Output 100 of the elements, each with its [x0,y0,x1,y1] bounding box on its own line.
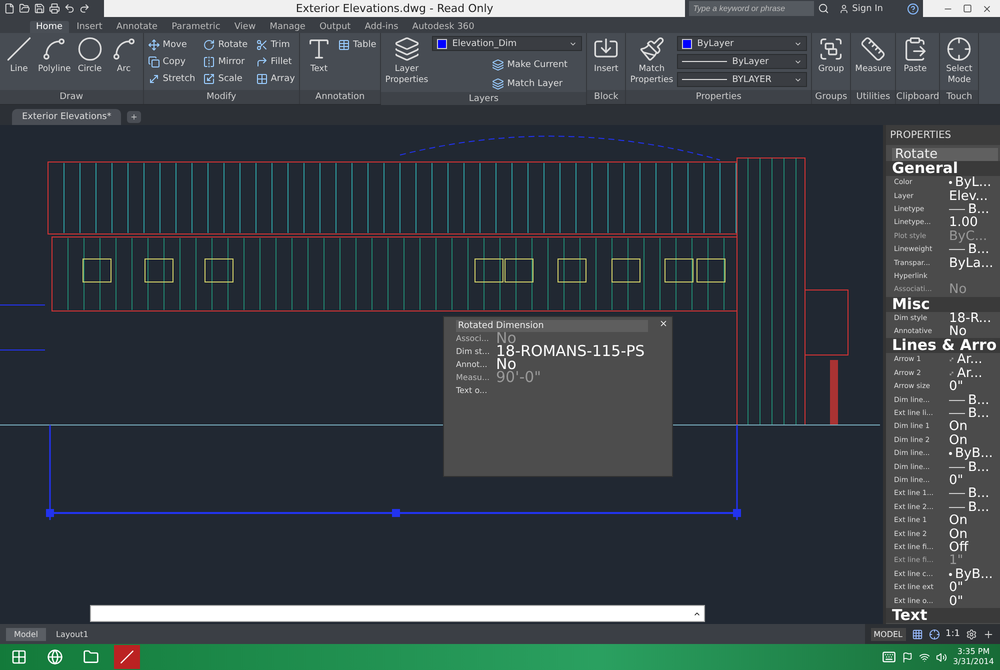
property-label: Text o... [456,386,488,395]
color-swatch-icon [682,38,692,48]
undo-icon[interactable] [64,3,75,14]
panel-title[interactable]: Annotation [300,90,380,104]
tool-icon [148,72,160,84]
tool-icon [860,36,886,62]
panel-title[interactable]: Utilities [851,90,896,104]
sign-in-button[interactable]: Sign In [833,4,903,14]
flag-icon[interactable] [902,652,913,662]
settings-icon[interactable] [966,628,977,640]
property-value: Elev... [949,190,988,203]
property-value: B... [968,487,990,500]
ribbon-tool-button[interactable]: Group [816,36,846,75]
property-value: ByL... [955,176,992,190]
ribbon-tool-button[interactable]: Stretch [148,70,196,87]
layout-tab[interactable]: Model [6,628,46,640]
arrow-icon [949,357,954,362]
tool-icon [203,56,216,68]
ribbon-tool-button[interactable]: Match Properties [630,36,674,86]
ribbon-tool-button[interactable]: Circle [74,36,105,75]
ribbon-tool-button[interactable]: Rotate [203,36,248,53]
ribbon-tool-button[interactable]: Copy [148,53,196,70]
ribbon-tool-button[interactable]: Trim [256,36,295,53]
property-value: ByB... [955,447,993,460]
redo-icon[interactable] [79,3,90,14]
search-icon[interactable] [818,3,830,14]
ribbon-tool-button[interactable]: Select Mode [944,36,974,86]
panel-title[interactable]: Layers [381,92,586,106]
app-icon[interactable] [114,645,140,669]
panel-title[interactable]: Groups [812,90,850,104]
property-value: ByLa... [949,256,994,270]
file-icon[interactable] [4,3,15,14]
folder-icon[interactable] [19,3,30,14]
ribbon-tool-button[interactable]: Layer Properties [385,36,428,86]
panel-title[interactable]: Draw [0,90,143,104]
help-icon[interactable] [907,2,919,14]
new-tab-button[interactable] [127,111,142,123]
volume-icon[interactable] [936,652,947,662]
ribbon-tool-button[interactable]: Move [148,36,196,53]
dropdown-field[interactable]: ByLayer [677,54,808,69]
grid-icon[interactable] [912,628,923,640]
ribbon-tool-button[interactable]: Polyline [38,36,71,75]
keyboard-icon[interactable] [882,650,896,664]
tool-icon [256,38,268,50]
drawing-canvas[interactable]: Rotated Dimension Associ... No Dim st... 18-ROMANS-115-PS Annot... No Measu... 90'-0" Text o... [0,125,883,624]
tool-icon [638,36,665,62]
section-header[interactable]: Text [886,608,1000,623]
property-value: 0" [949,474,964,487]
layer-dropdown[interactable]: Elevation_Dim [432,36,582,51]
section-header[interactable]: Misc [886,296,1000,312]
printer-icon[interactable] [49,3,60,14]
panel-title[interactable]: Block [587,90,626,104]
ribbon-tool-button[interactable]: Measure [855,36,892,75]
annotation-scale-button[interactable]: 1:1 [946,629,960,639]
ribbon-tool-button[interactable]: Insert [591,36,622,75]
panel-title: Rotated Dimension [456,320,648,332]
panel-title[interactable]: Touch [940,90,978,104]
ribbon-tool-button[interactable]: Scale [203,70,248,87]
snap-icon[interactable] [928,628,940,640]
close-icon[interactable] [982,4,992,14]
section-header[interactable]: Lines & Arro [886,338,1000,354]
panel-title[interactable]: Properties [626,90,812,104]
selection-dropdown[interactable]: Rotate [892,148,998,161]
ribbon-tab[interactable]: Parametric [166,21,226,33]
ribbon-tab[interactable]: Home [30,21,69,33]
ribbon-tool-button[interactable]: Line [4,36,34,75]
ribbon-tab[interactable]: Annotate [110,21,164,33]
tool-icon [76,36,103,62]
maximize-icon[interactable] [963,4,972,13]
close-icon[interactable] [659,319,668,328]
command-line-field[interactable] [90,605,705,622]
layout-tab[interactable]: Layout1 [48,628,96,640]
save-icon[interactable] [34,3,45,14]
search-field[interactable]: Type a keyword or phrase [689,1,814,16]
ribbon-tool-button[interactable]: Text [304,36,334,75]
network-icon[interactable] [918,652,930,662]
ribbon-tool-button[interactable]: Table [338,36,376,53]
ribbon-tab[interactable]: Output [313,21,357,33]
section-header[interactable]: General [886,161,1000,176]
ribbon-tab[interactable]: Manage [264,21,312,33]
model-button[interactable]: MODEL [870,628,906,640]
color-dot-icon [949,572,952,576]
ribbon-tool-button[interactable]: Match Layer [432,75,582,92]
panel-title[interactable]: Modify [144,90,299,104]
dropdown-field[interactable]: ByLayer [677,36,808,51]
ribbon-tool-button[interactable]: Mirror [203,53,248,70]
plus-icon[interactable] [983,628,994,640]
document-tab[interactable]: Exterior Elevations* [12,109,122,125]
ribbon-tool-button[interactable]: Arc [108,36,139,75]
ribbon-tool-button[interactable]: Make Current [432,56,582,73]
dropdown-field[interactable]: BYLAYER [677,72,808,87]
ribbon-tab[interactable]: Insert [70,21,108,33]
ribbon-tab[interactable]: View [228,21,262,33]
panel-title[interactable]: Clipboard [896,90,940,104]
ribbon-tab[interactable]: Add-ins [358,21,404,33]
ribbon-tab[interactable]: Autodesk 360 [406,21,480,33]
ribbon-tool-button[interactable]: Fillet [256,53,295,70]
ribbon-tool-button[interactable]: Array [256,70,295,87]
color-dot-icon [949,181,952,184]
ribbon-tool-button[interactable]: Paste [900,36,930,75]
